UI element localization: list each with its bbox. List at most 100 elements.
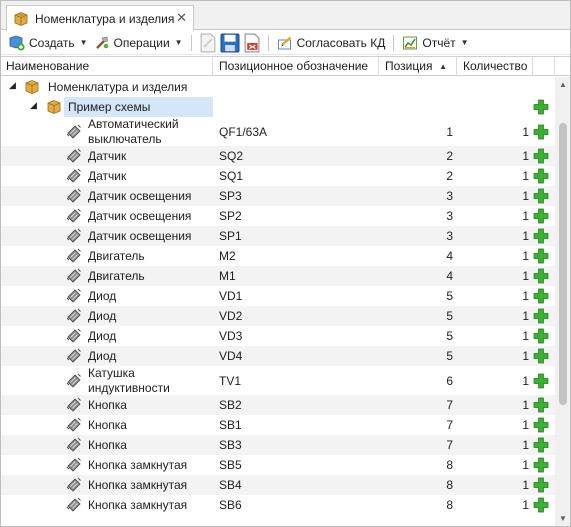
add-icon[interactable] — [533, 373, 549, 389]
quantity-cell: 1 — [522, 149, 529, 163]
designation-cell: SB3 — [219, 438, 242, 452]
table-row[interactable]: Диод VD1 5 1 — [0, 286, 555, 306]
item-name-line: Диод — [88, 309, 117, 323]
package-icon — [25, 80, 39, 94]
designation-cell: M2 — [219, 249, 236, 263]
add-icon[interactable] — [533, 168, 549, 184]
add-icon[interactable] — [533, 208, 549, 224]
component-icon — [66, 328, 81, 343]
close-icon[interactable]: ✕ — [176, 10, 187, 26]
table-row[interactable]: Датчик освещения SP2 3 1 — [0, 206, 555, 226]
add-icon[interactable] — [533, 124, 549, 140]
item-name-line: Кнопка замкнутая — [88, 478, 188, 492]
add-icon[interactable] — [533, 477, 549, 493]
add-icon[interactable] — [533, 417, 549, 433]
table-row[interactable]: Кнопка замкнутая SB4 8 1 — [0, 475, 555, 495]
scrollbar-thumb[interactable] — [559, 123, 567, 405]
tab-strip: Номенклатура и изделия ✕ — [0, 0, 571, 31]
table-row[interactable]: Кнопка SB1 7 1 — [0, 415, 555, 435]
quantity-cell: 1 — [522, 329, 529, 343]
position-cell: 3 — [446, 229, 453, 243]
chevron-down-icon: ▼ — [79, 38, 88, 47]
table-row[interactable]: Датчик SQ2 2 1 — [0, 146, 555, 166]
tree-grid: ◢ Номенклатура и изделия ◢ Пример схемы … — [0, 77, 555, 527]
tree-root-label: Номенклатура и изделия — [48, 80, 188, 94]
add-icon[interactable] — [533, 248, 549, 264]
create-button[interactable]: Создать ▼ — [6, 32, 91, 54]
column-header-position-label: Позиция — [385, 59, 433, 73]
vertical-scrollbar[interactable]: ▲ ▼ — [555, 77, 571, 527]
item-name-line: Кнопка замкнутая — [88, 458, 188, 472]
tab-nomenclature[interactable]: Номенклатура и изделия ✕ — [6, 5, 194, 31]
column-header-quantity[interactable]: Количество — [457, 57, 533, 76]
add-icon[interactable] — [533, 228, 549, 244]
position-cell: 5 — [446, 329, 453, 343]
position-cell: 8 — [446, 478, 453, 492]
component-icon — [66, 373, 81, 388]
add-icon[interactable] — [533, 397, 549, 413]
report-button[interactable]: Отчёт ▼ — [399, 32, 471, 54]
add-icon[interactable] — [533, 348, 549, 364]
add-icon[interactable] — [533, 148, 549, 164]
position-cell: 7 — [446, 438, 453, 452]
edit-button[interactable] — [197, 32, 219, 54]
scroll-down-icon[interactable]: ▼ — [555, 511, 571, 527]
add-icon[interactable] — [533, 99, 549, 115]
expand-toggle[interactable]: ◢ — [9, 80, 16, 91]
component-icon — [66, 348, 81, 363]
tree-root-row[interactable]: ◢ Номенклатура и изделия — [0, 77, 555, 97]
table-row[interactable]: Двигатель M1 4 1 — [0, 266, 555, 286]
table-row[interactable]: Двигатель M2 4 1 — [0, 246, 555, 266]
position-cell: 5 — [446, 289, 453, 303]
table-row[interactable]: Диод VD4 5 1 — [0, 346, 555, 366]
add-icon[interactable] — [533, 497, 549, 513]
toolbar-separator — [190, 34, 192, 51]
table-row[interactable]: Катушка индуктивности TV1 6 1 — [0, 366, 555, 395]
designation-cell: SB5 — [219, 458, 242, 472]
add-icon[interactable] — [533, 268, 549, 284]
approve-button[interactable]: Согласовать КД — [274, 32, 389, 54]
scroll-up-icon[interactable]: ▲ — [555, 77, 571, 93]
component-icon — [66, 397, 81, 412]
component-icon — [66, 288, 81, 303]
table-row[interactable]: Кнопка замкнутая SB5 8 1 — [0, 455, 555, 475]
report-chart-icon — [403, 36, 418, 49]
table-row[interactable]: Кнопка замкнутая SB6 8 1 — [0, 495, 555, 515]
pdf-export-icon — [244, 33, 260, 52]
item-name-line: выключатель — [88, 132, 162, 146]
position-cell: 5 — [446, 349, 453, 363]
operations-button[interactable]: Операции ▼ — [91, 32, 186, 54]
save-button[interactable] — [219, 32, 241, 54]
item-name: Двигатель — [88, 249, 145, 264]
table-row[interactable]: Автоматический выключатель QF1/63A 1 1 — [0, 117, 555, 146]
add-icon[interactable] — [533, 457, 549, 473]
position-cell: 2 — [446, 169, 453, 183]
add-icon[interactable] — [533, 288, 549, 304]
table-row[interactable]: Датчик SQ1 2 1 — [0, 166, 555, 186]
add-icon[interactable] — [533, 328, 549, 344]
column-header-name[interactable]: Наименование — [0, 57, 213, 76]
component-icon — [66, 417, 81, 432]
table-row[interactable]: Кнопка SB2 7 1 — [0, 395, 555, 415]
table-row[interactable]: Датчик освещения SP1 3 1 — [0, 226, 555, 246]
table-row[interactable]: Диод VD3 5 1 — [0, 326, 555, 346]
table-row[interactable]: Диод VD2 5 1 — [0, 306, 555, 326]
table-row[interactable]: Датчик освещения SP3 3 1 — [0, 186, 555, 206]
item-name: Диод — [88, 309, 116, 324]
add-icon[interactable] — [533, 308, 549, 324]
table-row[interactable]: Кнопка SB3 7 1 — [0, 435, 555, 455]
add-icon[interactable] — [533, 188, 549, 204]
add-icon[interactable] — [533, 437, 549, 453]
column-header-quantity-label: Количество — [463, 59, 528, 73]
component-icon — [66, 188, 81, 203]
position-cell: 4 — [446, 269, 453, 283]
column-header-designation[interactable]: Позиционное обозначение — [213, 57, 379, 76]
expand-toggle[interactable]: ◢ — [30, 100, 37, 111]
quantity-cell: 1 — [522, 374, 529, 388]
tree-group-row[interactable]: ◢ Пример схемы — [0, 97, 555, 117]
item-name-line: Кнопка — [88, 438, 127, 452]
position-cell: 8 — [446, 458, 453, 472]
position-cell: 4 — [446, 249, 453, 263]
column-header-position[interactable]: Позиция ▲ — [379, 57, 457, 76]
pdf-export-button[interactable] — [241, 32, 263, 54]
